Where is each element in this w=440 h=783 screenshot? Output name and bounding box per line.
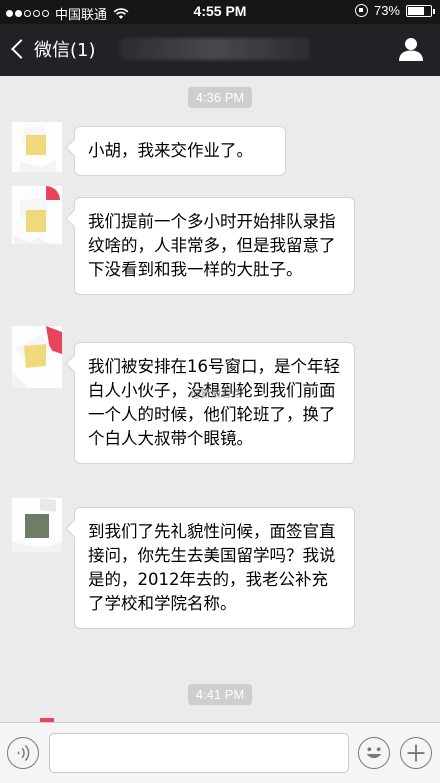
message-bubble[interactable]: 我们提前一个多小时开始排队录指纹啥的，人非常多，但是我留意了下没看到和我一样的大…: [74, 197, 355, 295]
message-text: 小胡，我来交作业了。: [88, 141, 253, 160]
message-bubble[interactable]: 我们被安排在16号窗口，是个年轻白人小伙子，没想到轮到我们前面一个人的时候，他们…: [74, 342, 355, 464]
avatar[interactable]: [12, 326, 62, 388]
message-text: 到我们了先礼貌性问候，面签官直接问，你先生去美国留学吗？我说是的，2012年去的…: [88, 522, 336, 613]
message-input[interactable]: [49, 733, 349, 773]
rotation-lock-icon: [354, 4, 368, 17]
battery-icon: [406, 4, 435, 17]
voice-icon[interactable]: [7, 737, 39, 769]
message-bubble[interactable]: 小胡，我来交作业了。: [74, 126, 286, 176]
person-icon[interactable]: [398, 36, 424, 62]
status-bar: 中国联通 4:55 PM 73%: [0, 0, 440, 24]
message-text: 我们提前一个多小时开始排队录指纹啥的，人非常多，但是我留意了下没看到和我一样的大…: [88, 212, 336, 279]
battery-percent: 73%: [373, 3, 400, 18]
emoji-icon[interactable]: [358, 737, 390, 769]
input-bar: [0, 722, 440, 783]
nav-bar: 微信(1): [0, 24, 440, 76]
message-text: 我们被安排在16号窗口，是个年轻白人小伙子，没想到轮到我们前面一个人的时候，他们…: [88, 357, 340, 448]
timestamp: 4:41 PM: [0, 684, 440, 705]
status-right: 73%: [354, 3, 435, 18]
chevron-left-icon: [11, 39, 31, 59]
watermark: @新浪看点: [191, 389, 241, 400]
avatar[interactable]: [12, 186, 62, 244]
back-label: 微信(1): [34, 40, 96, 61]
message-bubble[interactable]: 到我们了先礼貌性问候，面签官直接问，你先生去美国留学吗？我说是的，2012年去的…: [74, 507, 355, 629]
timestamp: 4:36 PM: [0, 87, 440, 108]
back-button[interactable]: 微信(1): [8, 36, 96, 62]
plus-icon[interactable]: [400, 737, 432, 769]
chat-area[interactable]: 4:36 PM 小胡，我来交作业了。 我们提前一个多小时开始排队录指纹啥的，人非…: [0, 76, 440, 722]
chat-title-blurred: [120, 38, 310, 60]
avatar[interactable]: [12, 498, 62, 552]
avatar[interactable]: [12, 122, 62, 172]
